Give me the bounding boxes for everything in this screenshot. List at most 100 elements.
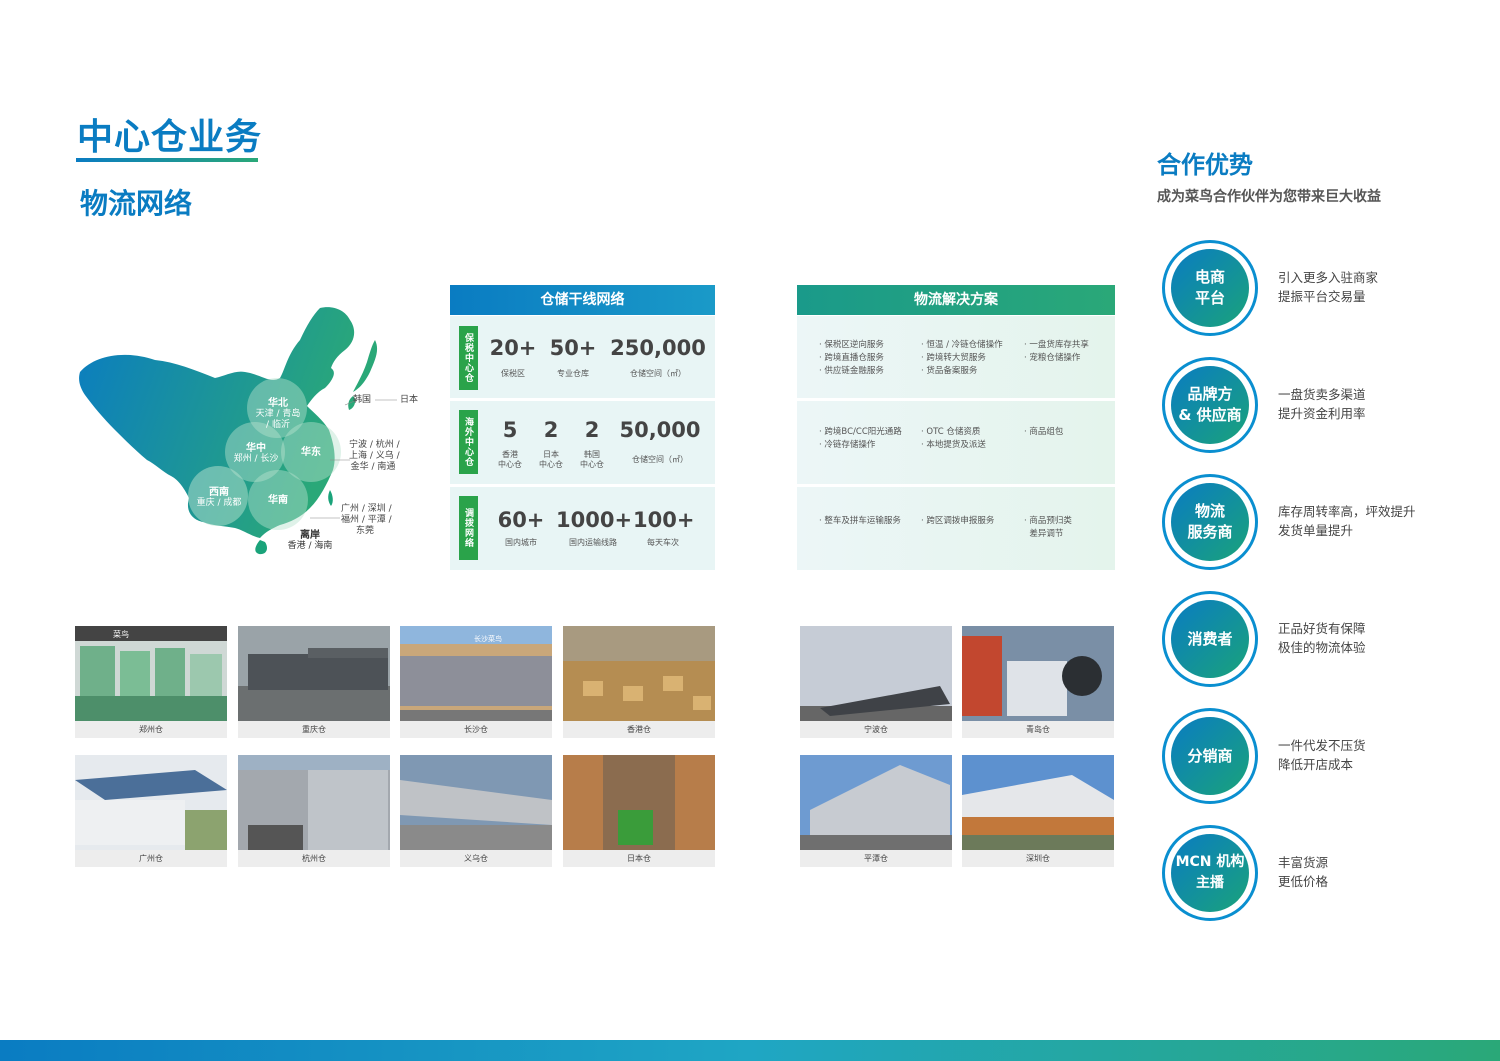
stat-value: 100+ bbox=[633, 508, 695, 532]
advantage-badge: 分销商 bbox=[1162, 708, 1258, 804]
solution-table-body: · 保税区逆向服务 · 跨境直播仓服务 · 供应链金融服务 · 恒温 / 冷链仓… bbox=[797, 316, 1115, 570]
stat-caption: 韩国 中心仓 bbox=[580, 450, 604, 469]
advantage-desc: 一盘货卖多渠道 提升资金利用率 bbox=[1278, 387, 1366, 421]
warehouse-photo: 深圳仓 bbox=[962, 755, 1114, 867]
warehouse-caption: 长沙仓 bbox=[464, 725, 488, 734]
china-logistics-map: 华北 天津 / 青岛 / 临沂 华中 郑州 / 长沙 华东 西南 重庆 / 成都 华南… bbox=[75, 300, 425, 560]
stat-value: 20+ bbox=[489, 336, 537, 360]
stat-value: 1000+ bbox=[556, 508, 633, 532]
label-japan: 日本 bbox=[400, 395, 419, 405]
warehouse-image bbox=[962, 755, 1114, 850]
advantages-title: 合作优势 bbox=[1157, 151, 1253, 179]
warehouse-caption: 杭州仓 bbox=[302, 854, 326, 863]
warehouse-image bbox=[800, 755, 952, 850]
warehouse-image bbox=[238, 755, 390, 850]
warehouse-sign: 菜鸟 bbox=[113, 629, 129, 639]
region-central: 华中 郑州 / 长沙 bbox=[233, 443, 279, 464]
stat-caption: 保税区 bbox=[501, 369, 525, 378]
solution-list: · 跨区调拨申报服务 bbox=[921, 516, 995, 526]
warehouse-caption: 青岛仓 bbox=[1026, 725, 1050, 734]
stat-caption: 国内城市 bbox=[505, 538, 537, 547]
warehouse-image: 菜鸟 bbox=[75, 626, 227, 721]
warehouse-photo: 重庆仓 bbox=[238, 626, 390, 738]
stat-caption: 专业仓库 bbox=[557, 369, 589, 378]
warehouse-photo: 青岛仓 bbox=[962, 626, 1114, 738]
solution-list: · OTC 仓储资质 · 本地提货及派送 bbox=[921, 427, 986, 450]
advantage-badge: MCN 机构 主播 bbox=[1162, 825, 1258, 921]
storage-table-body: 保税中心仓 20+ 保税区 50+ 专业仓库 250,000 仓储空间（㎡） 海… bbox=[450, 316, 715, 570]
advantage-badge: 消费者 bbox=[1162, 591, 1258, 687]
warehouse-photo: 宁波仓 bbox=[800, 626, 952, 738]
advantage-badge: 电商 平台 bbox=[1162, 240, 1258, 336]
stat-value: 50,000 bbox=[619, 418, 701, 442]
warehouse-image bbox=[75, 755, 227, 850]
stat-value: 2 bbox=[543, 418, 559, 442]
warehouse-photo: 广州仓 bbox=[75, 755, 227, 867]
warehouse-photo: 香港仓 bbox=[563, 626, 715, 738]
label-korea: 韩国 bbox=[353, 395, 372, 405]
advantage-desc: 一件代发不压货 降低开店成本 bbox=[1278, 738, 1366, 772]
region-offshore: 离岸 香港 / 海南 bbox=[287, 530, 333, 551]
section-title: 物流网络 bbox=[80, 187, 193, 220]
advantage-desc: 丰富货源 更低价格 bbox=[1278, 855, 1329, 889]
advantage-badge: 品牌方 & 供应商 bbox=[1162, 357, 1258, 453]
stat-caption: 仓储空间（㎡） bbox=[632, 455, 688, 464]
stat-caption: 日本 中心仓 bbox=[539, 450, 563, 469]
stat-value: 60+ bbox=[497, 508, 545, 532]
stat-caption: 每天车次 bbox=[647, 538, 679, 547]
stat-value: 250,000 bbox=[610, 336, 706, 360]
warehouse-photo: 杭州仓 bbox=[238, 755, 390, 867]
advantage-desc: 库存周转率高，坪效提升 发货单量提升 bbox=[1278, 504, 1416, 538]
stat-caption: 仓储空间（㎡） bbox=[630, 369, 686, 378]
row-tag-overseas: 海外中心仓 bbox=[459, 410, 478, 474]
warehouse-image: 长沙菜鸟 bbox=[400, 626, 552, 721]
warehouse-image bbox=[238, 626, 390, 721]
warehouse-caption: 重庆仓 bbox=[302, 725, 326, 734]
solution-list: · 商品组包 bbox=[1024, 427, 1064, 437]
label-east-cities: 宁波 / 杭州 / 上海 / 义乌 / 金华 / 南通 bbox=[349, 440, 400, 472]
solution-list: · 整车及拼车运输服务 bbox=[819, 516, 901, 526]
stat-value: 50+ bbox=[549, 336, 597, 360]
advantage-desc: 正品好货有保障 极佳的物流体验 bbox=[1278, 621, 1366, 655]
region-south: 华南 bbox=[268, 495, 288, 506]
advantage-name: 消费者 bbox=[1171, 600, 1249, 678]
warehouse-caption: 深圳仓 bbox=[1026, 854, 1050, 863]
warehouse-image bbox=[400, 755, 552, 850]
solution-list: · 跨境BC/CC阳光通路 · 冷链存储操作 bbox=[819, 427, 902, 450]
warehouse-caption: 郑州仓 bbox=[139, 725, 163, 734]
advantage-name: MCN 机构 主播 bbox=[1171, 834, 1249, 912]
advantage-name: 物流 服务商 bbox=[1171, 483, 1249, 561]
warehouse-image bbox=[563, 755, 715, 850]
advantage-badge: 物流 服务商 bbox=[1162, 474, 1258, 570]
stat-caption: 香港 中心仓 bbox=[498, 450, 522, 469]
region-north: 华北 天津 / 青岛 / 临沂 bbox=[255, 398, 301, 430]
advantage-name: 分销商 bbox=[1171, 717, 1249, 795]
solution-list: · 一盘货库存共享 · 宠粮仓储操作 bbox=[1024, 340, 1089, 363]
warehouse-caption: 义乌仓 bbox=[464, 854, 488, 863]
page-title: 中心仓业务 bbox=[77, 117, 263, 158]
advantage-name: 品牌方 & 供应商 bbox=[1171, 366, 1249, 444]
warehouse-image bbox=[962, 626, 1114, 721]
footer-bar bbox=[0, 1040, 1500, 1061]
solution-list: · 恒温 / 冷链仓储操作 · 跨境转大贸服务 · 货品备案服务 bbox=[921, 340, 1003, 376]
warehouse-image bbox=[800, 626, 952, 721]
advantage-name: 电商 平台 bbox=[1171, 249, 1249, 327]
warehouse-caption: 广州仓 bbox=[139, 854, 163, 863]
warehouse-photo: 平潭仓 bbox=[800, 755, 952, 867]
advantage-desc: 引入更多入驻商家 提振平台交易量 bbox=[1278, 270, 1379, 304]
region-east: 华东 bbox=[301, 447, 321, 458]
warehouse-photo: 义乌仓 bbox=[400, 755, 552, 867]
stat-value: 5 bbox=[502, 418, 518, 442]
warehouse-photo: 日本仓 bbox=[563, 755, 715, 867]
advantages-subtitle: 成为菜鸟合作伙伴为您带来巨大收益 bbox=[1157, 189, 1381, 205]
solution-list: · 商品预归类 差异调节 bbox=[1024, 516, 1072, 539]
storage-table-header: 仓储干线网络 bbox=[450, 285, 715, 315]
warehouse-caption: 平潭仓 bbox=[864, 854, 888, 863]
solution-table-header: 物流解决方案 bbox=[797, 285, 1115, 315]
stat-caption: 国内运输线路 bbox=[569, 538, 617, 547]
warehouse-image bbox=[563, 626, 715, 721]
warehouse-sign: 长沙菜鸟 bbox=[474, 634, 502, 643]
solution-list: · 保税区逆向服务 · 跨境直播仓服务 · 供应链金融服务 bbox=[819, 340, 884, 376]
region-southwest: 西南 重庆 / 成都 bbox=[196, 487, 242, 508]
label-south-cities: 广州 / 深圳 / 福州 / 平潭 / 东莞 bbox=[341, 504, 392, 536]
